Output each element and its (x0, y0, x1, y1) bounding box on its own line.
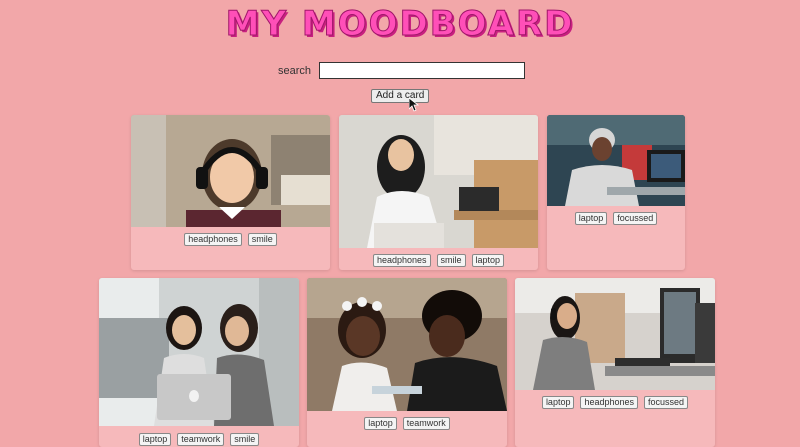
mouse-cursor-icon (409, 98, 419, 112)
tag-chip[interactable]: laptop (541, 396, 575, 409)
tag-chip[interactable]: smile (436, 254, 466, 267)
card-photo (547, 115, 685, 206)
search-label: search (278, 64, 312, 77)
tag-chip[interactable]: teamwork (177, 433, 225, 446)
tag-chip[interactable]: headphones (184, 233, 242, 246)
mood-card[interactable]: headphones smile laptop (339, 115, 538, 270)
mood-card[interactable]: laptop teamwork (307, 278, 507, 447)
mood-card[interactable]: laptop headphones focussed (515, 278, 715, 447)
mood-card[interactable]: headphones smile (131, 115, 330, 270)
card-photo (339, 115, 538, 248)
tag-chip[interactable]: smile (247, 233, 277, 246)
tag-chip[interactable]: smile (230, 433, 260, 446)
card-photo (515, 278, 715, 390)
card-photo (131, 115, 330, 227)
tag-chip[interactable]: headphones (580, 396, 639, 409)
tag-chip[interactable]: laptop (138, 433, 172, 446)
card-photo (99, 278, 299, 426)
tag-chip[interactable]: laptop (471, 254, 505, 267)
mood-card[interactable]: laptop focussed (547, 115, 685, 270)
search-row: search (278, 62, 526, 79)
tag-chip[interactable]: headphones (372, 254, 431, 267)
card-photo (307, 278, 507, 411)
tag-chip[interactable]: focussed (644, 396, 689, 409)
tag-chip[interactable]: teamwork (402, 417, 450, 430)
tag-chip[interactable]: laptop (574, 212, 608, 225)
search-input[interactable] (319, 62, 526, 79)
tag-chip[interactable]: focussed (613, 212, 658, 225)
add-card-button[interactable]: Add a card (371, 89, 430, 103)
page-title: MY MOODBOARD (225, 4, 575, 45)
tag-chip[interactable]: laptop (364, 417, 397, 430)
mood-card[interactable]: laptop teamwork smile (99, 278, 299, 447)
